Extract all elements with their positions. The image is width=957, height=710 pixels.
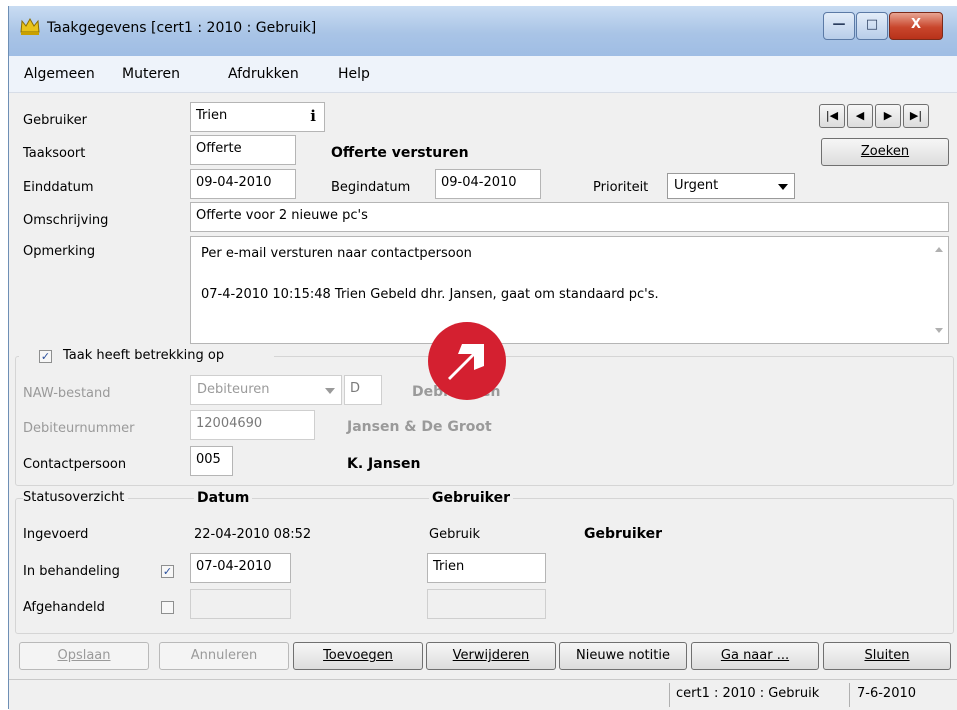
behandeling-checkbox[interactable]: ✓ [161, 565, 174, 578]
ga-naar-button[interactable]: Ga naar ... [691, 642, 819, 670]
afgehandeld-datum-field [190, 589, 291, 619]
ga-naar-label: Ga naar ... [720, 648, 790, 663]
relation-checkbox[interactable]: ✓ [39, 350, 52, 363]
afgehandeld-gebruiker-field [427, 589, 546, 619]
opslaan-button: Opslaan [19, 642, 149, 670]
status-date: 7-6-2010 [857, 686, 917, 701]
scroll-up-icon[interactable] [935, 247, 943, 252]
toevoegen-label: Toevoegen [323, 648, 393, 663]
gebruiker-label: Gebruiker [23, 113, 87, 128]
ingevoerd-label: Ingevoerd [23, 527, 89, 542]
vertical-scrollbar[interactable] [931, 237, 948, 343]
annuleren-button: Annuleren [159, 642, 289, 670]
einddatum-field[interactable]: 09-04-2010 [190, 169, 296, 199]
behandeling-gebruiker-field[interactable]: Trien [427, 553, 546, 583]
next-record-button[interactable]: ▶ [875, 104, 901, 128]
menu-algemeen[interactable]: Algemeen [24, 66, 95, 82]
relation-group-caption: ✓ Taak heeft betrekking op [19, 347, 274, 365]
arrow-up-right-icon [448, 344, 484, 380]
last-record-button[interactable]: ▶| [903, 104, 929, 128]
ingevoerd-gebruik: Gebruik [429, 527, 481, 542]
omschrijving-field[interactable]: Offerte voor 2 nieuwe pc's [190, 202, 949, 232]
omschrijving-label: Omschrijving [23, 213, 109, 228]
naw-label: NAW-bestand [23, 386, 111, 401]
opmerking-line-1: Per e-mail versturen naar contactpersoon [201, 246, 472, 261]
naw-value: Debiteuren [197, 382, 270, 397]
info-icon[interactable]: i [310, 107, 316, 125]
debiteurnummer-description: Jansen & De Groot [347, 419, 492, 435]
prioriteit-label: Prioriteit [593, 180, 649, 195]
window-title: Taakgegevens [cert1 : 2010 : Gebruik] [47, 20, 317, 36]
einddatum-label: Einddatum [23, 180, 94, 195]
title-bar[interactable]: Taakgegevens [cert1 : 2010 : Gebruik] — … [9, 6, 957, 56]
verwijderen-button[interactable]: Verwijderen [426, 642, 556, 670]
behandeling-label: In behandeling [23, 564, 120, 579]
gebruiker-field[interactable]: Trien i [190, 102, 325, 132]
opslaan-label: Opslaan [57, 648, 111, 663]
opmerking-line-2: 07-4-2010 10:15:48 Trien Gebeld dhr. Jan… [201, 287, 659, 302]
relation-checkbox-label: Taak heeft betrekking op [63, 348, 225, 363]
annuleren-label: Annuleren [190, 648, 258, 663]
red-arrow-logo [428, 322, 506, 400]
menu-bar: Algemeen Muteren Afdrukken Help [9, 56, 957, 93]
menu-afdrukken[interactable]: Afdrukken [228, 66, 299, 82]
naw-code-field: D [344, 375, 382, 405]
first-record-button[interactable]: |◀ [819, 104, 845, 128]
behandeling-datum-field[interactable]: 07-04-2010 [190, 553, 291, 583]
sluiten-button[interactable]: Sluiten [823, 642, 951, 670]
status-divider [669, 683, 670, 707]
begindatum-label: Begindatum [331, 180, 411, 195]
status-col-datum: Datum [194, 490, 253, 506]
status-bar: cert1 : 2010 : Gebruik 7-6-2010 [9, 679, 957, 710]
opmerking-textarea[interactable]: Per e-mail versturen naar contactpersoon… [190, 236, 949, 344]
taaksoort-field[interactable]: Offerte [190, 135, 296, 165]
gebruiker-value: Trien [196, 108, 228, 123]
taaksoort-label: Taaksoort [23, 146, 86, 161]
close-button[interactable]: X [889, 12, 943, 40]
status-divider [849, 683, 850, 707]
contactpersoon-field[interactable]: 005 [190, 446, 233, 476]
opmerking-label: Opmerking [23, 244, 96, 259]
afgehandeld-checkbox[interactable] [161, 601, 174, 614]
status-col-gebruiker: Gebruiker [429, 490, 514, 506]
crown-app-icon [20, 17, 40, 35]
debiteurnummer-label: Debiteurnummer [23, 421, 135, 436]
nieuwe-notitie-label: Nieuwe notitie [576, 648, 670, 663]
afgehandeld-label: Afgehandeld [23, 600, 105, 615]
prioriteit-select[interactable]: Urgent [667, 173, 795, 199]
menu-muteren[interactable]: Muteren [122, 66, 180, 82]
status-context: cert1 : 2010 : Gebruik [676, 686, 820, 701]
ingevoerd-datum: 22-04-2010 08:52 [194, 527, 312, 542]
naw-select: Debiteuren [190, 375, 342, 405]
toevoegen-button[interactable]: Toevoegen [293, 642, 423, 670]
ingevoerd-gebruiker: Gebruiker [584, 526, 663, 542]
contactpersoon-description: K. Jansen [347, 456, 421, 472]
debiteurnummer-field: 12004690 [190, 410, 315, 440]
chevron-down-icon [778, 184, 788, 190]
status-header: Statusoverzicht [23, 490, 129, 505]
prioriteit-value: Urgent [674, 178, 719, 193]
verwijderen-label: Verwijderen [452, 648, 530, 663]
previous-record-button[interactable]: ◀ [847, 104, 873, 128]
scroll-down-icon[interactable] [935, 328, 943, 333]
taaksoort-description: Offerte versturen [331, 145, 469, 161]
zoeken-button[interactable]: Zoeken [821, 138, 949, 166]
sluiten-label: Sluiten [864, 648, 910, 663]
chevron-down-icon [325, 388, 335, 394]
menu-help[interactable]: Help [338, 66, 370, 82]
maximize-button[interactable]: □ [856, 12, 888, 40]
minimize-button[interactable]: — [823, 12, 855, 40]
begindatum-field[interactable]: 09-04-2010 [435, 169, 541, 199]
nieuwe-notitie-button[interactable]: Nieuwe notitie [559, 642, 687, 670]
zoeken-label: Zoeken [860, 144, 910, 159]
contactpersoon-label: Contactpersoon [23, 457, 127, 472]
